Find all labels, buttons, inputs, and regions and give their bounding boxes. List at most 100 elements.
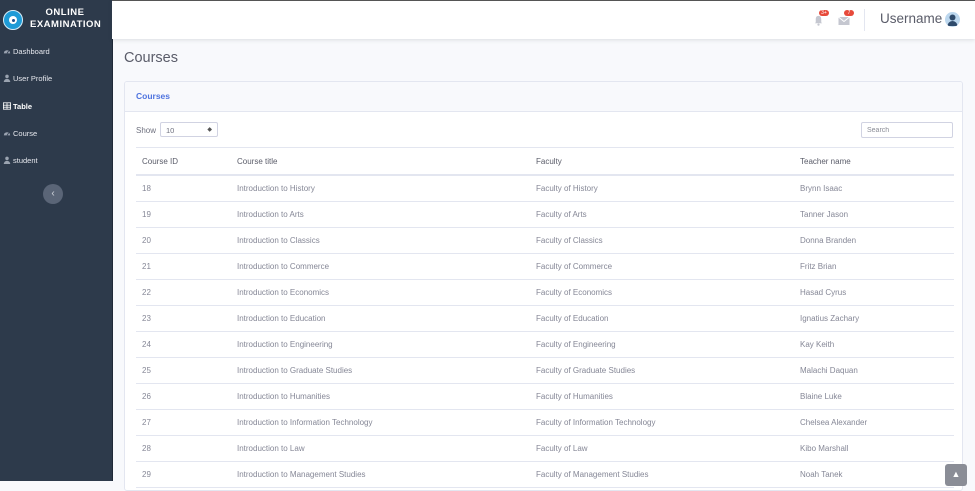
username[interactable]: Username [880, 11, 942, 26]
cell-faculty: Faculty of Management Studies [530, 461, 794, 488]
cell-faculty: Faculty of Law [530, 435, 794, 462]
table-row[interactable]: 20 Introduction to Classics Faculty of Cla… [136, 227, 954, 254]
column-header-course-id[interactable]: Course ID [136, 147, 231, 176]
cell-course-id: 27 [136, 409, 231, 436]
cell-teacher-name: Kibo Marshall [794, 435, 954, 462]
cell-teacher-name: Donna Branden [794, 227, 954, 254]
sidebar-item-label: Table [13, 101, 33, 111]
cell-course-title: Introduction to Education [231, 305, 530, 332]
cell-course-id: 22 [136, 279, 231, 306]
cell-teacher-name: Noah Tanek [794, 461, 954, 488]
table-row[interactable]: 24 Introduction to Engineering Faculty of … [136, 331, 954, 358]
entries-select-value: 10 [166, 126, 175, 135]
table-body: 18 Introduction to History Faculty of Hist… [136, 175, 954, 488]
sidebar-item-label: Dashboard [13, 46, 50, 56]
sidebar-toggle-button[interactable]: ‹ [43, 184, 63, 204]
show-label: Show [136, 126, 157, 135]
user-icon [3, 74, 11, 82]
messages-badge: 7 [844, 10, 854, 16]
cell-course-title: Introduction to Arts [231, 201, 530, 228]
table-row[interactable]: 25 Introduction to Graduate Studies Facult… [136, 357, 954, 384]
sidebar-item-table[interactable]: Table [3, 99, 32, 113]
sidebar-item-user-profile[interactable]: User Profile [3, 71, 52, 85]
cell-course-id: 26 [136, 383, 231, 410]
student-icon [3, 156, 11, 164]
cell-faculty: Faculty of Information Technology [530, 409, 794, 436]
cell-course-id: 25 [136, 357, 231, 384]
cell-faculty: Faculty of History [530, 175, 794, 202]
bell-icon [814, 15, 823, 26]
alerts-dropdown[interactable]: 3+ [813, 10, 829, 26]
cell-course-id: 24 [136, 331, 231, 358]
topbar: 3+ 7 Username [112, 0, 975, 39]
alerts-badge: 3+ [819, 10, 829, 16]
cell-course-title: Introduction to Humanities [231, 383, 530, 410]
cell-course-title: Introduction to Classics [231, 227, 530, 254]
column-header-faculty[interactable]: Faculty [530, 147, 794, 176]
courses-card: Courses Show 10 ◆ Course ID Course title… [124, 81, 963, 491]
avatar[interactable] [945, 12, 960, 27]
user-avatar-icon [945, 12, 960, 27]
cell-course-title: Introduction to Economics [231, 279, 530, 306]
table-icon [3, 102, 11, 110]
cell-faculty: Faculty of Arts [530, 201, 794, 228]
table-row[interactable]: 19 Introduction to Arts Faculty of Arts Tan… [136, 201, 954, 228]
cell-course-title: Introduction to Commerce [231, 253, 530, 280]
table-row[interactable]: 27 Introduction to Information Technology… [136, 409, 954, 436]
cell-faculty: Faculty of Humanities [530, 383, 794, 410]
sidebar-item-label: student [13, 155, 38, 165]
column-header-course-title[interactable]: Course title [231, 147, 530, 176]
cell-course-title: Introduction to Management Studies [231, 461, 530, 488]
cell-teacher-name: Ignatius Zachary [794, 305, 954, 332]
chevron-up-icon: ▲ [951, 469, 961, 479]
cell-course-title: Introduction to History [231, 175, 530, 202]
brand-line-1: ONLINE [45, 7, 85, 18]
sidebar-item-student[interactable]: student [3, 153, 38, 167]
sidebar-item-dashboard[interactable]: Dashboard [3, 44, 50, 58]
cell-course-id: 29 [136, 461, 231, 488]
cell-faculty: Faculty of Economics [530, 279, 794, 306]
cell-teacher-name: Kay Keith [794, 331, 954, 358]
envelope-icon [838, 16, 850, 25]
brand-text: ONLINE EXAMINATION [30, 7, 102, 31]
sidebar: ONLINE EXAMINATION Dashboard User Profil… [0, 0, 113, 481]
cell-course-title: Introduction to Engineering [231, 331, 530, 358]
entries-select[interactable]: 10 ◆ [160, 122, 218, 137]
table-row[interactable]: 28 Introduction to Law Faculty of Law Kibo … [136, 435, 954, 462]
messages-dropdown[interactable]: 7 [838, 10, 854, 25]
table-row[interactable]: 29 Introduction to Management Studies Facu… [136, 461, 954, 488]
cell-course-id: 20 [136, 227, 231, 254]
cell-course-id: 19 [136, 201, 231, 228]
courses-table: Course ID Course title Faculty Teacher n… [136, 147, 954, 488]
cell-course-title: Introduction to Information Technology [231, 409, 530, 436]
brand-logo-icon [3, 10, 23, 30]
table-row[interactable]: 26 Introduction to Humanities Faculty of H… [136, 383, 954, 410]
cell-course-id: 28 [136, 435, 231, 462]
cell-course-title: Introduction to Graduate Studies [231, 357, 530, 384]
cell-faculty: Faculty of Classics [530, 227, 794, 254]
course-icon [3, 129, 11, 137]
table-row[interactable]: 18 Introduction to History Faculty of Hist… [136, 175, 954, 202]
table-header-row: Course ID Course title Faculty Teacher n… [136, 147, 954, 176]
cell-course-id: 23 [136, 305, 231, 332]
table-row[interactable]: 22 Introduction to Economics Faculty of Ec… [136, 279, 954, 306]
cell-course-title: Introduction to Law [231, 435, 530, 462]
table-row[interactable]: 23 Introduction to Education Faculty of Ed… [136, 305, 954, 332]
search-input[interactable] [861, 122, 953, 138]
sidebar-item-label: Course [13, 128, 38, 138]
brand[interactable]: ONLINE EXAMINATION [0, 0, 112, 40]
cell-teacher-name: Hasad Cyrus [794, 279, 954, 306]
cell-teacher-name: Brynn Isaac [794, 175, 954, 202]
cell-faculty: Faculty of Education [530, 305, 794, 332]
dashboard-icon [3, 47, 11, 55]
cell-faculty: Faculty of Commerce [530, 253, 794, 280]
cell-teacher-name: Tanner Jason [794, 201, 954, 228]
cell-course-id: 21 [136, 253, 231, 280]
table-row[interactable]: 21 Introduction to Commerce Faculty of Com… [136, 253, 954, 280]
brand-line-2: EXAMINATION [30, 19, 102, 30]
scroll-to-top-button[interactable]: ▲ [945, 464, 967, 486]
topbar-divider [864, 9, 865, 31]
column-header-teacher-name[interactable]: Teacher name [794, 147, 954, 176]
cell-course-id: 18 [136, 175, 231, 202]
sidebar-item-course[interactable]: Course [3, 126, 37, 140]
